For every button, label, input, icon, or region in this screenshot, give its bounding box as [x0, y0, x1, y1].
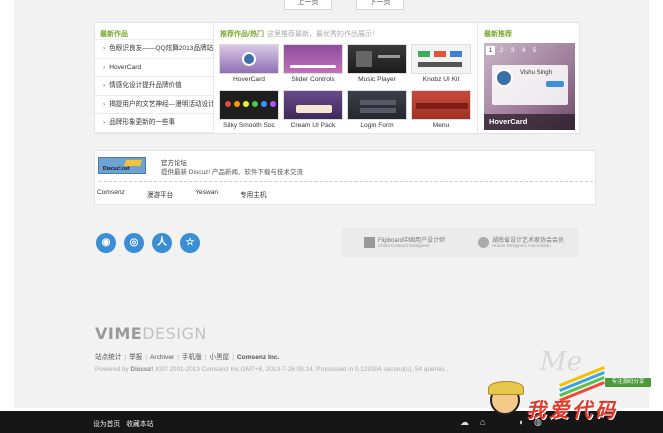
weibo-icon[interactable]: ◉ — [96, 233, 116, 253]
works-panel: 最新作品 色眼识良友——QQ炫舞2013品牌站 HoverCard 情感化设计提… — [94, 22, 580, 134]
partner-links: Comsenz 漫游平台 Yeswan 专用主机 — [97, 189, 288, 199]
silky-smooth-thumb[interactable] — [219, 90, 279, 120]
footer-link[interactable]: 站点统计 — [95, 354, 121, 361]
watermark-text: 我爱代码 — [526, 398, 618, 422]
slider-controls-thumb[interactable] — [283, 44, 343, 74]
brand-light: DESIGN — [142, 324, 207, 343]
powered-prefix: Powered by — [95, 366, 131, 373]
latest-works-item[interactable]: 品牌形象更新的一些事 — [95, 114, 213, 133]
slider-tab[interactable]: 2 — [497, 46, 506, 55]
partner-link[interactable]: Yeswan — [195, 189, 218, 199]
official-forum-panel: Discuz!.net 官方论坛 提供最新 Discuz! 产品新闻、软件下载与… — [94, 150, 596, 205]
work-caption: Slider Controls — [291, 76, 335, 83]
hovercard-thumb[interactable] — [219, 44, 279, 74]
powered-rest: X3© 2001-2013 Comsenz Inc.GMT+8, 2013-7-… — [153, 366, 449, 373]
renren-icon[interactable]: 人 — [152, 233, 172, 253]
pirate-avatar-icon — [488, 381, 524, 415]
bookmark-link[interactable]: 收藏本站 — [126, 421, 153, 428]
footer-link[interactable]: Archiver — [150, 354, 174, 361]
copyright-line: Powered by Discuz! X3© 2001-2013 Comsenz… — [95, 366, 448, 373]
work-caption: Knobz UI Kit — [422, 76, 460, 83]
watermark-stripes — [558, 366, 606, 402]
latest-works-list: 色眼识良友——QQ炫舞2013品牌站 HoverCard 情感化设计提升品牌价值… — [95, 40, 213, 133]
set-homepage-link[interactable]: 设为首页 — [93, 421, 120, 428]
hot-works-grid: HoverCard Slider Controls Music Player K… — [219, 44, 471, 132]
work-caption: HoverCard — [233, 76, 265, 83]
latest-works-item[interactable]: 色眼识良友——QQ炫舞2013品牌站 — [95, 40, 213, 59]
work-card-knobz-ui-kit[interactable]: Knobz UI Kit — [411, 44, 471, 86]
next-page-button[interactable]: 下一页 — [356, 0, 404, 10]
featured-column: 最新推荐 1 2 3 4 5 Vishu Singh HoverCard — [479, 23, 579, 133]
slider-tab[interactable]: 1 — [486, 46, 495, 55]
work-caption: Login Form — [360, 122, 394, 129]
featured-card-button — [546, 81, 564, 87]
hot-works-column: 推荐作品/热门 这里推荐最新，最优秀的作品展示！ HoverCard Slider… — [215, 23, 478, 133]
latest-works-item[interactable]: 揭提用户的文艺神经—漫明活动设计小 — [95, 96, 213, 114]
slider-tab[interactable]: 5 — [530, 46, 539, 55]
hot-works-title-text: 推荐作品/热门 — [220, 31, 264, 38]
home-icon[interactable]: ⌂ — [480, 417, 485, 427]
work-card-silky-smooth[interactable]: Silky Smooth Soc — [219, 90, 279, 132]
login-form-thumb[interactable] — [347, 90, 407, 120]
watermark-tag: 专注源码分享 — [605, 378, 651, 387]
badge-subtitle: Hunan Designers Association — [492, 243, 551, 248]
featured-card-name: Vishu Singh — [520, 70, 552, 76]
footer-link[interactable]: 手机版 — [182, 354, 202, 361]
hot-works-title: 推荐作品/热门 这里推荐最新，最优秀的作品展示！ — [215, 23, 477, 40]
discuz-logo[interactable]: Discuz!.net — [98, 157, 146, 174]
work-card-cream-ui-pack[interactable]: Cream UI Pack — [283, 90, 343, 132]
featured-caption[interactable]: HoverCard — [484, 114, 575, 130]
cream-ui-pack-thumb[interactable] — [283, 90, 343, 120]
forum-description: 提供最新 Discuz! 产品新闻、软件下载与技术交流 — [161, 169, 303, 176]
logo-text: Discuz!.net — [103, 166, 130, 172]
social-share-bar: ◉ ◎ 人 ☆ — [96, 233, 200, 253]
powered-by-link[interactable]: Discuz! — [131, 366, 154, 373]
footer-link[interactable]: 举报 — [129, 354, 142, 361]
badge-subtitle: China Contract Designers — [378, 243, 430, 248]
latest-works-title: 最新作品 — [95, 23, 213, 40]
cloud-icon[interactable]: ☁ — [460, 417, 469, 428]
slider-tab[interactable]: 4 — [519, 46, 528, 55]
slider-tab[interactable]: 3 — [508, 46, 517, 55]
flipboard-icon — [364, 237, 375, 248]
knobz-ui-kit-thumb[interactable] — [411, 44, 471, 74]
featured-hovercard-preview: Vishu Singh — [492, 65, 568, 105]
hot-works-subtitle: 这里推荐最新，最优秀的作品展示！ — [266, 31, 379, 38]
featured-title: 最新推荐 — [484, 31, 512, 38]
footer-links: 站点统计 | 举报 | Archiver | 手机版 | 小黑屋 | Comsenz Inc. — [95, 354, 280, 361]
brand-bold: VIME — [95, 324, 143, 343]
footer-link[interactable]: 小黑屋 — [209, 354, 229, 361]
qzone-icon[interactable]: ◎ — [124, 233, 144, 253]
menu-thumb[interactable] — [411, 90, 471, 120]
company-link[interactable]: Comsenz Inc. — [237, 354, 280, 361]
featured-slider[interactable]: 1 2 3 4 5 Vishu Singh HoverCard — [484, 43, 575, 130]
pager: 上一页 下一页 — [284, 0, 404, 10]
membership-badges: Flipboard中国用户设计师 China Contract Designer… — [342, 228, 578, 257]
work-card-music-player[interactable]: Music Player — [347, 44, 407, 86]
latest-works-column: 最新作品 色眼识良友——QQ炫舞2013品牌站 HoverCard 情感化设计提… — [95, 23, 214, 133]
partner-link[interactable]: 漫游平台 — [147, 189, 173, 199]
work-caption: Cream UI Pack — [290, 122, 336, 129]
work-card-login-form[interactable]: Login Form — [347, 90, 407, 132]
work-card-hovercard[interactable]: HoverCard — [219, 44, 279, 86]
latest-works-item[interactable]: 情感化设计提升品牌价值 — [95, 77, 213, 96]
site-watermark: Me 专注源码分享 我爱代码 — [488, 347, 660, 433]
work-card-menu[interactable]: Menu — [411, 90, 471, 132]
footer-brand-logo: VIMEDESIGN — [95, 324, 207, 343]
music-player-thumb[interactable] — [347, 44, 407, 74]
partner-link[interactable]: 专用主机 — [240, 189, 266, 199]
latest-works-item[interactable]: HoverCard — [95, 59, 213, 77]
work-card-slider-controls[interactable]: Slider Controls — [283, 44, 343, 86]
avatar — [495, 69, 513, 87]
partner-link[interactable]: Comsenz — [97, 189, 125, 199]
association-icon — [478, 237, 489, 248]
divider — [99, 181, 593, 182]
favorite-icon[interactable]: ☆ — [180, 233, 200, 253]
work-caption: Silky Smooth Soc — [223, 122, 275, 129]
work-caption: Menu — [432, 122, 450, 129]
toolbar-left-links: 设为首页 收藏本站 — [93, 418, 159, 428]
featured-slider-tabs: 1 2 3 4 5 — [486, 46, 539, 55]
work-caption: Music Player — [358, 76, 396, 83]
prev-page-button[interactable]: 上一页 — [284, 0, 332, 10]
